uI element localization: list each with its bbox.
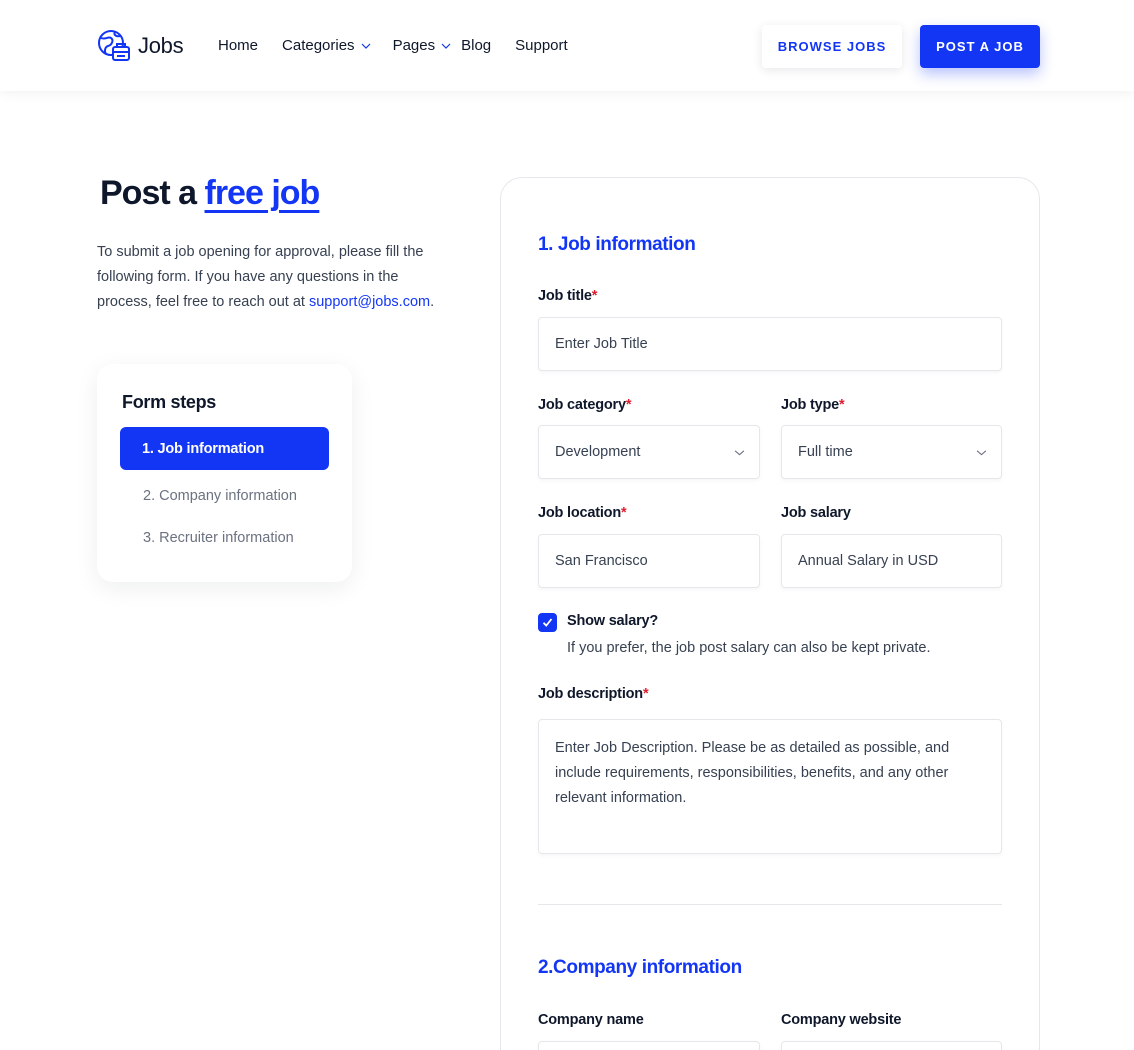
main-nav: Home Categories Pages Blog Support: [218, 37, 568, 54]
nav-pages-label: Pages: [392, 37, 436, 54]
form-steps-card: Form steps 1. Job information 2. Company…: [97, 364, 352, 582]
job-location-label-text: Job location: [538, 505, 621, 521]
chevron-down-icon: [734, 449, 745, 455]
company-name-label: Company name: [538, 1012, 644, 1028]
job-category-label-text: Job category: [538, 397, 626, 413]
job-category-label: Job category*: [538, 397, 632, 413]
chevron-down-icon: [441, 43, 451, 49]
job-salary-input[interactable]: Annual Salary in USD: [781, 534, 1002, 588]
job-type-label: Job type*: [781, 397, 845, 413]
chevron-down-icon: [976, 449, 987, 455]
globe-briefcase-icon: [98, 30, 130, 61]
section-job-information-title: 1. Job information: [538, 234, 696, 255]
required-marker: *: [642, 686, 649, 702]
post-job-button[interactable]: POST A JOB: [920, 25, 1040, 68]
nav-home[interactable]: Home: [218, 37, 258, 54]
nav-pages[interactable]: Pages: [393, 37, 452, 54]
show-salary-checkbox[interactable]: [538, 613, 557, 632]
job-location-input[interactable]: San Francisco: [538, 534, 760, 588]
nav-support[interactable]: Support: [515, 37, 568, 54]
show-salary-help: If you prefer, the job post salary can a…: [567, 640, 931, 656]
required-marker: *: [591, 288, 598, 304]
page-title-accent: free job: [204, 174, 321, 212]
job-type-select[interactable]: Full time: [781, 425, 1002, 479]
job-location-label: Job location*: [538, 505, 627, 521]
job-salary-placeholder: Annual Salary in USD: [798, 553, 939, 569]
job-title-label-text: Job title: [538, 288, 592, 304]
job-category-value: Development: [555, 444, 641, 460]
job-type-label-text: Job type: [781, 397, 840, 413]
chevron-down-icon: [361, 43, 370, 49]
logo-text: Jobs: [138, 33, 184, 58]
site-header: Jobs Home Categories Pages Blog Support …: [0, 0, 1134, 91]
show-salary-label: Show salary?: [567, 613, 659, 629]
company-website-input[interactable]: [781, 1041, 1002, 1050]
job-title-placeholder: Enter Job Title: [555, 336, 648, 352]
job-category-select[interactable]: Development: [538, 425, 760, 479]
step-recruiter-information[interactable]: 3. Recruiter information: [143, 530, 294, 546]
support-email-link[interactable]: support@jobs.com: [309, 294, 430, 310]
job-description-label: Job description*: [538, 686, 649, 702]
company-website-label: Company website: [781, 1012, 902, 1028]
job-description-label-text: Job description: [538, 686, 643, 702]
browse-jobs-button[interactable]: BROWSE JOBS: [762, 25, 902, 68]
job-title-label: Job title*: [538, 288, 597, 304]
page-title: Post a free job: [100, 174, 321, 213]
step-company-information[interactable]: 2. Company information: [143, 488, 297, 504]
job-location-value: San Francisco: [555, 553, 648, 569]
job-description-placeholder: Enter Job Description. Please be as deta…: [555, 740, 950, 806]
nav-blog[interactable]: Blog: [461, 37, 491, 54]
section-company-information-title: 2.Company information: [538, 957, 742, 978]
job-type-value: Full time: [798, 444, 853, 460]
company-name-input[interactable]: [538, 1041, 760, 1050]
job-salary-label: Job salary: [781, 505, 851, 521]
job-description-textarea[interactable]: Enter Job Description. Please be as deta…: [538, 719, 1002, 854]
page-title-prefix: Post a: [100, 174, 197, 212]
intro-text: To submit a job opening for approval, pl…: [97, 240, 457, 315]
step-job-information[interactable]: 1. Job information: [120, 427, 329, 470]
nav-categories-label: Categories: [282, 37, 355, 54]
logo[interactable]: Jobs: [96, 28, 184, 64]
required-marker: *: [625, 397, 632, 413]
required-marker: *: [839, 397, 845, 413]
section-divider: [538, 904, 1002, 905]
nav-categories[interactable]: Categories: [282, 37, 371, 54]
check-icon: [542, 618, 553, 627]
job-salary-label-text: Job salary: [781, 505, 851, 521]
intro-end: .: [430, 294, 435, 310]
form-steps-title: Form steps: [122, 392, 217, 412]
required-marker: *: [621, 505, 627, 521]
job-title-input[interactable]: Enter Job Title: [538, 317, 1002, 371]
